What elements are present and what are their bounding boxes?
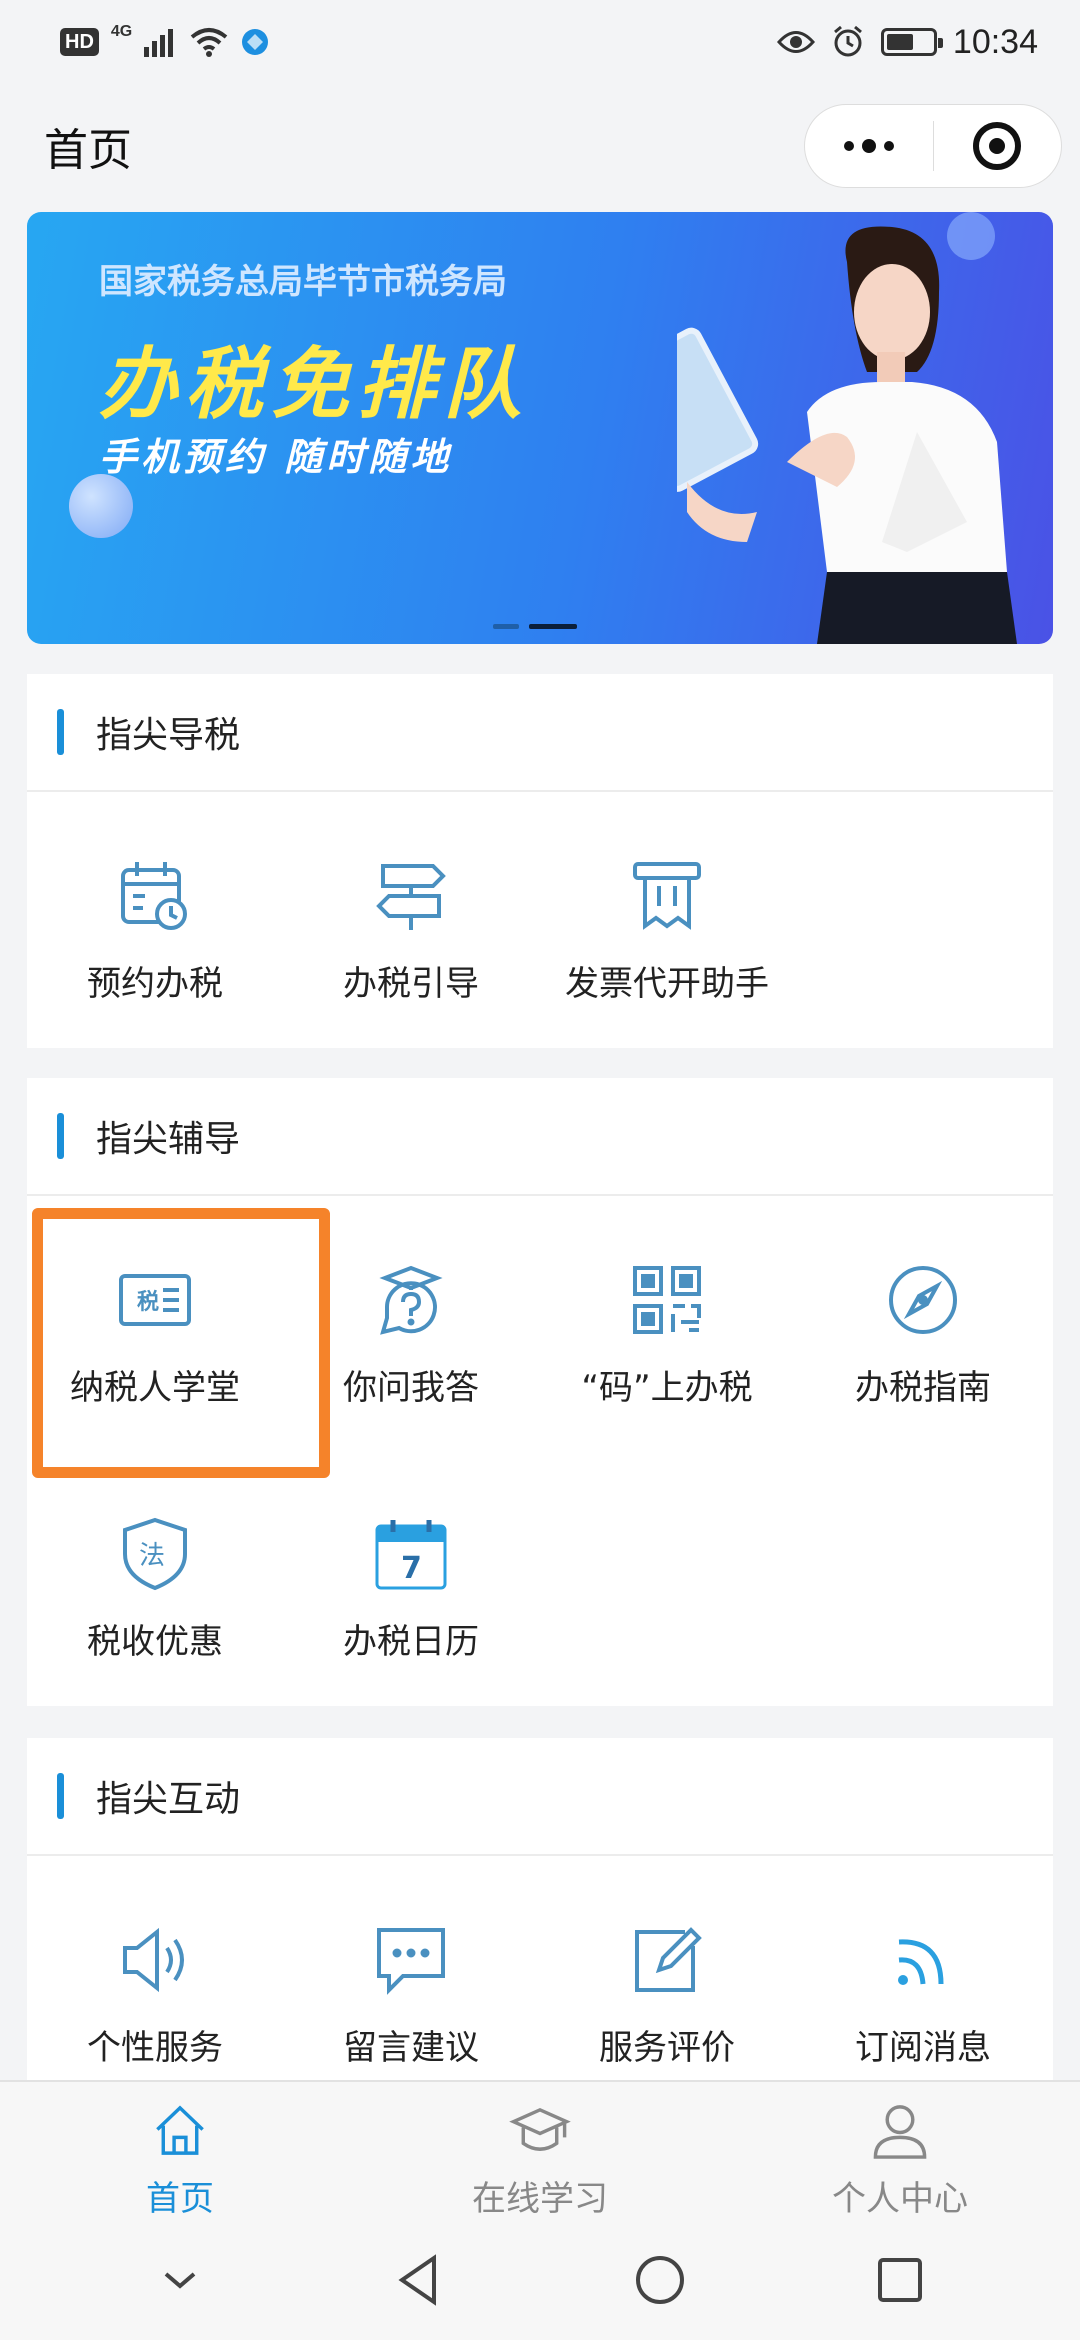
menu-item-label: 发票代开助手 — [565, 964, 769, 1004]
menu-item-label: 办税引导 — [343, 964, 479, 1004]
section-accent-bar — [57, 1113, 64, 1159]
calendar-icon: 7 — [375, 1520, 447, 1590]
recents-icon[interactable] — [870, 2250, 930, 2310]
section-accent-bar — [57, 1773, 64, 1819]
tab-personal-center[interactable]: 个人中心 — [720, 2082, 1080, 2220]
message-icon — [377, 1928, 445, 1995]
section-title: 指尖导税 — [96, 715, 241, 756]
app-notification-icon — [242, 29, 269, 55]
menu-item-tax-calendar[interactable]: 7 办税日历 — [283, 1450, 539, 1706]
signal-icon — [144, 29, 174, 57]
status-bar: HD 4G 10:34 — [0, 0, 1080, 84]
menu-item-qr-tax[interactable]: “码”上办税 — [539, 1196, 795, 1450]
banner-headline: 办税免排队 — [99, 340, 530, 430]
compass-icon — [889, 1266, 957, 1334]
question-chat-icon — [379, 1265, 443, 1335]
menu-item-appointment[interactable]: 预约办税 — [27, 792, 283, 1046]
calendar-day-glyph: 7 — [401, 1551, 422, 1586]
menu-item-service-rating[interactable]: 服务评价 — [539, 1856, 795, 2080]
menu-item-label: 预约办税 — [87, 964, 223, 1004]
clock: 10:34 — [952, 22, 1038, 61]
alarm-icon — [833, 25, 862, 57]
bottom-tab-bar: 首页 在线学习 个人中心 — [0, 2080, 1080, 2220]
tab-home[interactable]: 首页 — [0, 2082, 360, 2220]
menu-item-label: 税收优惠 — [87, 1622, 223, 1662]
decor-bubble — [69, 474, 133, 538]
menu-item-invoice-assistant[interactable]: 发票代开助手 — [539, 792, 795, 1046]
tab-label: 首页 — [146, 2179, 214, 2219]
tab-label: 个人中心 — [832, 2179, 968, 2219]
more-button[interactable] — [805, 139, 933, 153]
banner-pagination — [493, 624, 577, 629]
battery-icon — [880, 28, 943, 56]
menu-item-tax-incentives[interactable]: 法 税收优惠 — [27, 1450, 283, 1706]
section-header: 指尖导税 — [27, 674, 1053, 792]
target-icon — [973, 122, 1022, 170]
section-title: 指尖互动 — [96, 1779, 241, 1820]
menu-item-label: 办税指南 — [855, 1368, 991, 1408]
promo-banner[interactable]: 国家税务总局毕节市税务局 办税免排队 手机预约 随时随地 — [27, 212, 1053, 644]
section-guide: 指尖导税 预约办税 办税引导 发票代开助手 — [27, 674, 1053, 1048]
law-shield-icon: 法 — [123, 1517, 187, 1591]
section-accent-bar — [57, 709, 64, 755]
speaker-icon — [123, 1927, 184, 1993]
pagination-dot[interactable] — [493, 624, 519, 629]
eye-icon — [776, 31, 815, 53]
qr-code-icon — [633, 1266, 701, 1334]
menu-item-label: 你问我答 — [343, 1368, 479, 1408]
pagination-dot-active[interactable] — [529, 624, 577, 629]
chevron-down-icon[interactable] — [150, 2250, 210, 2310]
home-icon — [156, 2105, 204, 2155]
graduation-cap-icon — [509, 2107, 571, 2151]
menu-item-label: “码”上办税 — [581, 1368, 753, 1408]
more-dot-icon — [861, 139, 876, 153]
home-button-icon[interactable] — [630, 2250, 690, 2310]
signpost-icon — [376, 864, 446, 930]
receipt-icon — [633, 862, 701, 930]
law-glyph: 法 — [139, 1541, 165, 1571]
menu-item-personal-service[interactable]: 个性服务 — [27, 1856, 283, 2080]
banner-org: 国家税务总局毕节市税务局 — [99, 262, 507, 302]
edit-icon — [635, 1927, 702, 1992]
menu-item-label: 办税日历 — [343, 1622, 479, 1662]
miniprogram-capsule — [804, 104, 1062, 188]
section-title: 指尖辅导 — [96, 1119, 241, 1160]
more-dot-icon — [843, 141, 854, 151]
menu-item-subscribe[interactable]: 订阅消息 — [795, 1856, 1051, 2080]
wifi-icon — [190, 28, 228, 57]
menu-item-label: 留言建议 — [343, 2028, 479, 2068]
woman-with-tablet-illustration — [677, 226, 1017, 644]
tab-online-learning[interactable]: 在线学习 — [360, 2082, 720, 2220]
section-header: 指尖互动 — [27, 1738, 1053, 1856]
system-nav-bar — [0, 2220, 1080, 2340]
user-icon — [873, 2105, 927, 2159]
banner-subline: 手机预约 随时随地 — [99, 435, 453, 479]
menu-item-guidance[interactable]: 办税引导 — [283, 792, 539, 1046]
section-interaction: 指尖互动 个性服务 留言建议 服务评价 订阅消息 — [27, 1738, 1053, 2080]
more-dot-icon — [883, 141, 894, 151]
app-header: 首页 — [0, 96, 1080, 196]
network-type: 4G — [110, 23, 133, 40]
page-title: 首页 — [44, 125, 132, 176]
menu-item-suggestions[interactable]: 留言建议 — [283, 1856, 539, 2080]
menu-item-label: 服务评价 — [599, 2028, 735, 2068]
menu-item-label: 订阅消息 — [855, 2028, 991, 2068]
menu-item-tax-guide[interactable]: 办税指南 — [795, 1196, 1051, 1450]
menu-item-label: 个性服务 — [87, 2028, 223, 2068]
section-header: 指尖辅导 — [27, 1078, 1053, 1196]
tab-label: 在线学习 — [472, 2179, 608, 2219]
close-miniprogram-button[interactable] — [934, 122, 1062, 170]
rss-icon — [898, 1939, 944, 1985]
hd-badge: HD — [60, 28, 99, 56]
highlight-box — [32, 1208, 330, 1478]
calendar-clock-icon — [121, 862, 187, 930]
back-icon[interactable] — [390, 2250, 450, 2310]
